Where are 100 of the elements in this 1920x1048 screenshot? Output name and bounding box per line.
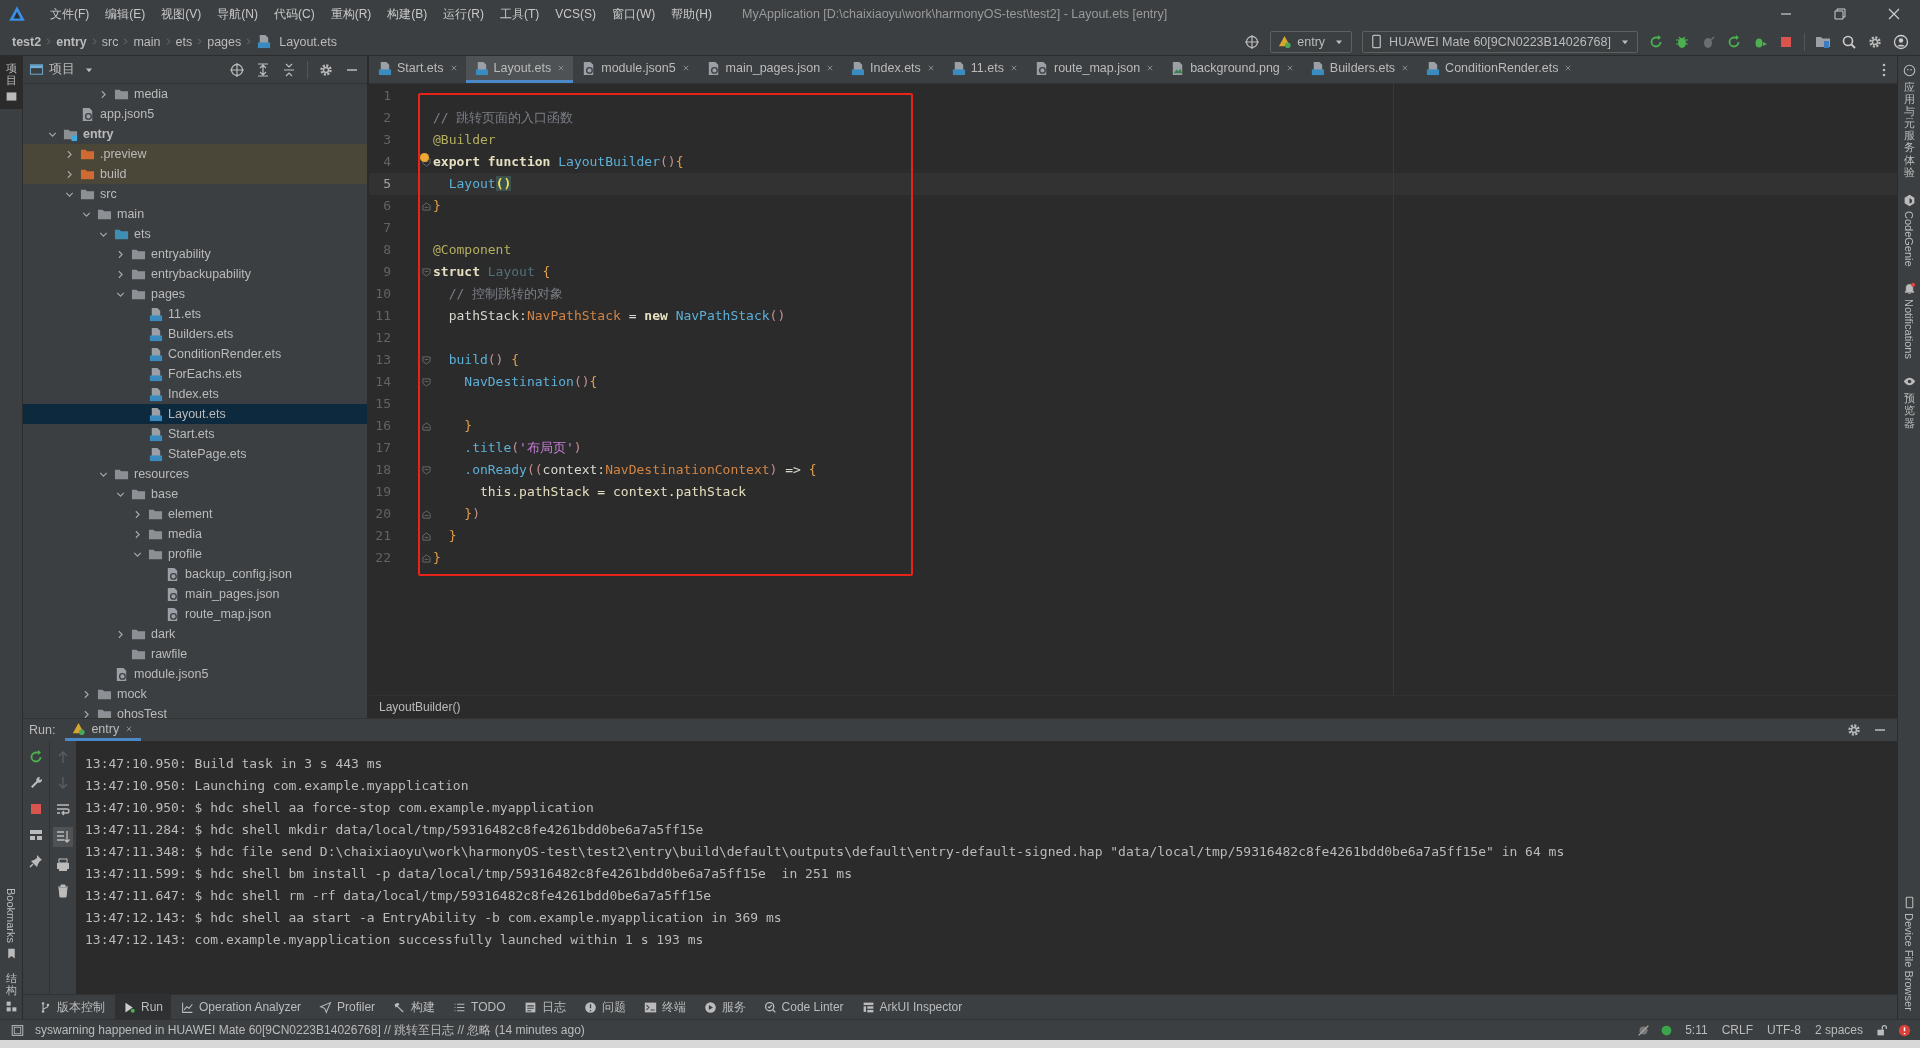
status-item[interactable]: CRLF (1721, 1023, 1753, 1037)
fold-marker-icon[interactable] (422, 465, 431, 475)
breadcrumb-item[interactable]: entry (56, 34, 87, 49)
tree-item[interactable]: ForEachs.ets (23, 364, 367, 384)
breadcrumb-item[interactable]: test2 (12, 34, 42, 49)
editor-tab[interactable]: Builders.ets (1301, 56, 1418, 83)
tree-item[interactable]: element (23, 504, 367, 524)
status-dot-icon[interactable] (1660, 1023, 1674, 1037)
status-message[interactable]: syswarning happened in HUAWEI Mate 60[9CN0223B14026768] // 跳转至日志 // 忽略 (14 minutes ago) (35, 1021, 585, 1039)
print-icon[interactable] (55, 857, 71, 873)
tree-item[interactable]: Start.ets (23, 424, 367, 444)
tree-item[interactable]: Builders.ets (23, 324, 367, 344)
editor-tab[interactable]: module.json5 (573, 56, 698, 83)
breadcrumb-item[interactable]: main (133, 34, 161, 49)
tree-item[interactable]: .preview (23, 144, 367, 164)
inspection-off-icon[interactable] (1637, 1023, 1651, 1037)
tool-window-button[interactable]: Run (115, 995, 171, 1019)
menu-item[interactable]: 构建(B) (379, 5, 436, 23)
breadcrumb-item[interactable]: Layout.ets (256, 34, 337, 49)
fold-marker-icon[interactable] (422, 157, 431, 167)
tree-item[interactable]: Layout.ets (23, 404, 367, 424)
trash-icon[interactable] (55, 883, 71, 899)
tree-item[interactable]: backup_config.json (23, 564, 367, 584)
error-icon[interactable] (1898, 1023, 1911, 1037)
tool-window-button[interactable]: 构建 (385, 995, 444, 1019)
fold-marker-icon[interactable] (422, 355, 431, 365)
rerun-icon[interactable] (1648, 33, 1664, 50)
tool-window-button[interactable]: 服务 (695, 995, 754, 1019)
wrench-icon[interactable] (28, 775, 44, 791)
menu-item[interactable]: 编辑(E) (97, 5, 154, 23)
layout-icon[interactable] (28, 827, 44, 843)
menu-item[interactable]: VCS(S) (547, 7, 604, 21)
tree-item[interactable]: src (23, 184, 367, 204)
locate-icon[interactable] (229, 61, 245, 78)
tree-item[interactable]: dark (23, 624, 367, 644)
pin-icon[interactable] (28, 853, 44, 869)
tree-item[interactable]: rawfile (23, 644, 367, 664)
device-dropdown[interactable]: HUAWEI Mate 60[9CN0223B14026768] (1362, 30, 1638, 53)
settings-icon[interactable] (318, 61, 334, 78)
search-icon[interactable] (1841, 33, 1857, 50)
tree-item[interactable]: app.json5 (23, 104, 367, 124)
status-item[interactable]: 5:11 (1685, 1023, 1708, 1037)
tree-item[interactable]: Index.ets (23, 384, 367, 404)
menu-item[interactable]: 运行(R) (435, 5, 492, 23)
fold-marker-icon[interactable] (422, 267, 431, 277)
tree-item[interactable]: resources (23, 464, 367, 484)
tool-window-button[interactable]: ArkUI Inspector (853, 995, 971, 1019)
tool-window-tab[interactable]: CodeGenie (1898, 185, 1920, 275)
scroll-to-end-icon[interactable] (55, 829, 71, 845)
tree-item[interactable]: profile (23, 544, 367, 564)
editor-tab[interactable]: ConditionRender.ets (1417, 56, 1581, 83)
tool-window-tab[interactable]: 应用与元服务体验 (1898, 56, 1920, 186)
tool-window-tab[interactable]: 结构 (0, 965, 22, 1019)
unlock-icon[interactable] (1875, 1023, 1888, 1037)
fold-marker-icon[interactable] (422, 421, 431, 431)
tree-item[interactable]: media (23, 84, 367, 104)
rerun-icon[interactable] (1726, 33, 1742, 50)
tree-item[interactable]: pages (23, 284, 367, 304)
editor-tab[interactable]: background.png (1162, 56, 1302, 83)
intention-bulb-icon[interactable] (420, 153, 429, 162)
tool-window-button[interactable]: Profiler (311, 995, 384, 1019)
tree-item[interactable]: 11.ets (23, 304, 367, 324)
editor-tab[interactable]: Index.ets (842, 56, 943, 83)
tool-window-tab[interactable]: 预览器 (1898, 367, 1920, 437)
tree-item[interactable]: entryability (23, 244, 367, 264)
menu-item[interactable]: 帮助(H) (663, 5, 720, 23)
tree-item[interactable]: entrybackupability (23, 264, 367, 284)
stop-icon[interactable] (28, 801, 44, 817)
tool-window-button[interactable]: 终端 (635, 995, 694, 1019)
breadcrumb-item[interactable]: pages (207, 34, 242, 49)
panel-toggle-icon[interactable] (11, 1023, 24, 1037)
rerun-icon[interactable] (28, 749, 44, 765)
tree-item[interactable]: route_map.json (23, 604, 367, 624)
breadcrumb-item[interactable]: ets (175, 34, 193, 49)
fold-marker-icon[interactable] (422, 509, 431, 519)
editor-tab[interactable]: main_pages.json (697, 56, 843, 83)
menu-item[interactable]: 工具(T) (492, 5, 548, 23)
tool-window-tab[interactable]: Bookmarks (0, 881, 22, 966)
menu-item[interactable]: 窗口(W) (604, 5, 664, 23)
fold-marker-icon[interactable] (422, 201, 431, 211)
expand-all-icon[interactable] (255, 61, 271, 78)
settings-icon[interactable] (1867, 33, 1883, 50)
tool-window-tab[interactable]: Device File Browser (1898, 888, 1920, 1019)
locate-icon[interactable] (1244, 33, 1261, 50)
status-item[interactable]: 2 spaces (1814, 1023, 1863, 1037)
fold-marker-icon[interactable] (422, 553, 431, 563)
editor-tab[interactable]: 11.ets (942, 56, 1026, 83)
editor-tab[interactable]: route_map.json (1025, 56, 1163, 83)
tree-item[interactable]: StatePage.ets (23, 444, 367, 464)
tool-window-button[interactable]: 日志 (515, 995, 574, 1019)
tree-item[interactable]: ConditionRender.ets (23, 344, 367, 364)
editor-tab[interactable]: Start.ets (369, 56, 466, 83)
close-icon[interactable] (1886, 6, 1902, 22)
menu-item[interactable]: 代码(C) (266, 5, 323, 23)
collapse-all-icon[interactable] (281, 61, 297, 78)
editor-tab[interactable]: Layout.ets (465, 56, 574, 83)
menu-item[interactable]: 文件(F) (42, 5, 98, 23)
menu-item[interactable]: 重构(R) (322, 5, 380, 23)
breadcrumb-item[interactable]: src (101, 34, 119, 49)
tree-item[interactable]: media (23, 524, 367, 544)
